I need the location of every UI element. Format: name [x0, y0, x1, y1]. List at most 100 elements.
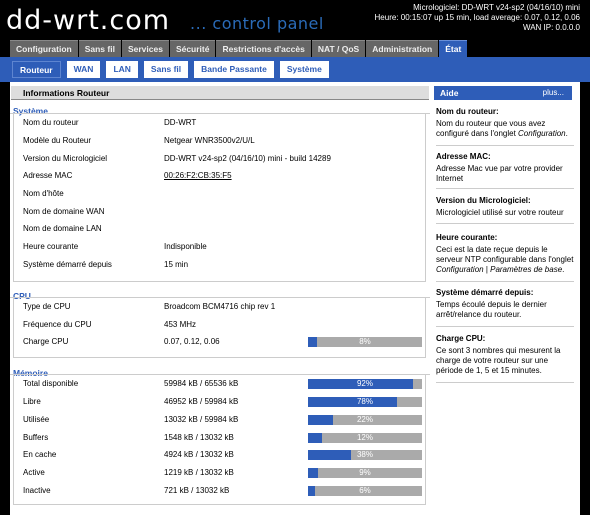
help-more-link[interactable]: plus... [543, 86, 564, 100]
help-item-title: Système démarré depuis: [436, 288, 534, 297]
cpu-load-value: 0.07, 0.12, 0.06 [164, 337, 220, 346]
memory-cached-value: 4924 kB / 13032 kB [164, 450, 234, 459]
help-divider [436, 326, 574, 327]
header: dd-wrt.com ... control panel Micrologici… [0, 0, 590, 40]
main-content: Informations Routeur Système Nom du rout… [10, 82, 580, 515]
wan-ip-info: WAN IP: 0.0.0.0 [522, 23, 580, 32]
current-time-label: Heure courante [23, 242, 79, 251]
help-item-uptime: Système démarré depuis: Temps écoulé dep… [436, 288, 576, 320]
tab-security[interactable]: Sécurité [169, 40, 216, 57]
memory-total-percent: 92% [356, 379, 373, 388]
firmware-version-label: Version du Micrologiciel [23, 154, 108, 163]
memory-free-label: Libre [23, 397, 41, 406]
help-item-title: Adresse MAC: [436, 152, 491, 161]
help-divider [436, 382, 574, 383]
uptime-value: 15 min [164, 260, 189, 269]
logo-subtitle: ... control panel [190, 14, 324, 33]
memory-buffers-label: Buffers [23, 433, 49, 442]
sub-tabs: Routeur WAN LAN Sans fil Bande Passante … [0, 57, 590, 82]
mac-address-label: Adresse MAC [23, 171, 73, 180]
cpu-load-percent: 8% [359, 337, 371, 346]
memory-total-value: 59984 kB / 65536 kB [164, 379, 239, 388]
help-header: Aide plus... [434, 86, 572, 100]
subtab-system[interactable]: Système [279, 61, 329, 78]
help-item-desc: Micrologiciel utilisé sur votre routeur [436, 208, 564, 217]
cpu-load-bar: 8% [308, 337, 422, 347]
memory-free-percent: 78% [356, 397, 373, 406]
current-time-value: Indisponible [164, 242, 207, 251]
subtab-bandwidth[interactable]: Bande Passante [194, 61, 274, 78]
tab-services[interactable]: Services [121, 40, 169, 57]
firmware-version-value: DD-WRT v24-sp2 (04/16/10) mini - build 1… [164, 154, 331, 163]
help-item-desc: Adresse Mac vue par votre provider Inter… [436, 164, 563, 183]
firmware-info: Micrologiciel: DD-WRT v24-sp2 (04/16/10)… [413, 3, 580, 12]
memory-total-label: Total disponible [23, 379, 79, 388]
cpu-load-label: Charge CPU [23, 337, 69, 346]
help-item-router-name: Nom du routeur: Nom du routeur que vous … [436, 107, 576, 139]
page-title: Informations Routeur [11, 86, 429, 100]
help-title: Aide [440, 88, 459, 98]
subtab-lan[interactable]: LAN [106, 61, 138, 78]
help-sidebar: Aide plus... Nom du routeur: Nom du rout… [434, 82, 580, 515]
memory-used-bar: 22% [308, 415, 422, 425]
memory-free-value: 46952 kB / 59984 kB [164, 397, 239, 406]
cpu-type-label: Type de CPU [23, 302, 71, 311]
uptime-info: Heure: 00:15:07 up 15 min, load average:… [374, 13, 580, 22]
help-divider [436, 145, 574, 146]
tab-wireless[interactable]: Sans fil [78, 40, 121, 57]
cpu-type-value: Broadcom BCM4716 chip rev 1 [164, 302, 276, 311]
help-divider [436, 188, 574, 189]
memory-inactive-percent: 6% [359, 486, 371, 495]
subtab-wan[interactable]: WAN [66, 61, 101, 78]
memory-cached-bar: 38% [308, 450, 422, 460]
memory-cached-label: En cache [23, 450, 57, 459]
help-item-cpu-load: Charge CPU: Ce sont 3 nombres qui mesure… [436, 334, 576, 376]
help-divider [436, 281, 574, 282]
router-name-value: DD-WRT [164, 118, 197, 127]
logo: dd-wrt.com ... control panel [6, 4, 324, 36]
uptime-label: Système démarré depuis [23, 260, 112, 269]
tab-status[interactable]: État [439, 40, 468, 57]
memory-active-percent: 9% [359, 468, 371, 477]
lan-domain-label: Nom de domaine LAN [23, 224, 102, 233]
help-item-title: Nom du routeur: [436, 107, 499, 116]
memory-active-value: 1219 kB / 13032 kB [164, 468, 234, 477]
memory-buffers-value: 1548 kB / 13032 kB [164, 433, 234, 442]
memory-active-label: Active [23, 468, 45, 477]
help-item-mac: Adresse MAC: Adresse Mac vue par votre p… [436, 152, 576, 184]
memory-inactive-value: 721 kB / 13032 kB [164, 486, 230, 495]
logo-text: dd-wrt.com [6, 5, 171, 36]
memory-inactive-bar: 6% [308, 486, 422, 496]
mac-address-link[interactable]: 00:26:F2:CB:35:F5 [164, 171, 232, 181]
hostname-label: Nom d'hôte [23, 189, 64, 198]
tab-administration[interactable]: Administration [366, 40, 439, 57]
main-tabs: Configuration Sans fil Services Sécurité… [10, 40, 468, 57]
help-divider [436, 223, 574, 224]
help-item-title: Version du Micrologiciel: [436, 196, 531, 205]
cpu-frequency-value: 453 MHz [164, 320, 197, 329]
help-item-title: Charge CPU: [436, 334, 486, 343]
memory-used-label: Utilisée [23, 415, 50, 424]
tab-nat-qos[interactable]: NAT / QoS [311, 40, 366, 57]
cpu-frequency-label: Fréquence du CPU [23, 320, 92, 329]
help-item-desc: Ceci est la date reçue depuis le serveur… [436, 245, 574, 274]
memory-buffers-percent: 12% [356, 433, 373, 442]
router-name-label: Nom du routeur [23, 118, 79, 127]
tab-access-restrictions[interactable]: Restrictions d'accès [216, 40, 311, 57]
memory-cached-percent: 38% [356, 450, 373, 459]
help-item-current-time: Heure courante: Ceci est la date reçue d… [436, 233, 576, 275]
help-item-desc: Temps écoulé depuis le dernier arrêt/rel… [436, 300, 547, 319]
subtab-wireless[interactable]: Sans fil [143, 61, 189, 78]
help-item-desc: Ce sont 3 nombres qui mesurent la charge… [436, 346, 561, 375]
memory-buffers-bar: 12% [308, 433, 422, 443]
memory-used-value: 13032 kB / 59984 kB [164, 415, 239, 424]
memory-active-bar: 9% [308, 468, 422, 478]
wan-domain-label: Nom de domaine WAN [23, 207, 105, 216]
help-item-title: Heure courante: [436, 233, 498, 242]
router-model-label: Modèle du Routeur [23, 136, 92, 145]
help-item-firmware: Version du Micrologiciel: Micrologiciel … [436, 196, 576, 218]
memory-used-percent: 22% [356, 415, 373, 424]
help-item-desc: Nom du routeur que vous avez configuré d… [436, 119, 568, 138]
subtab-router[interactable]: Routeur [12, 61, 61, 78]
tab-configuration[interactable]: Configuration [10, 40, 78, 57]
